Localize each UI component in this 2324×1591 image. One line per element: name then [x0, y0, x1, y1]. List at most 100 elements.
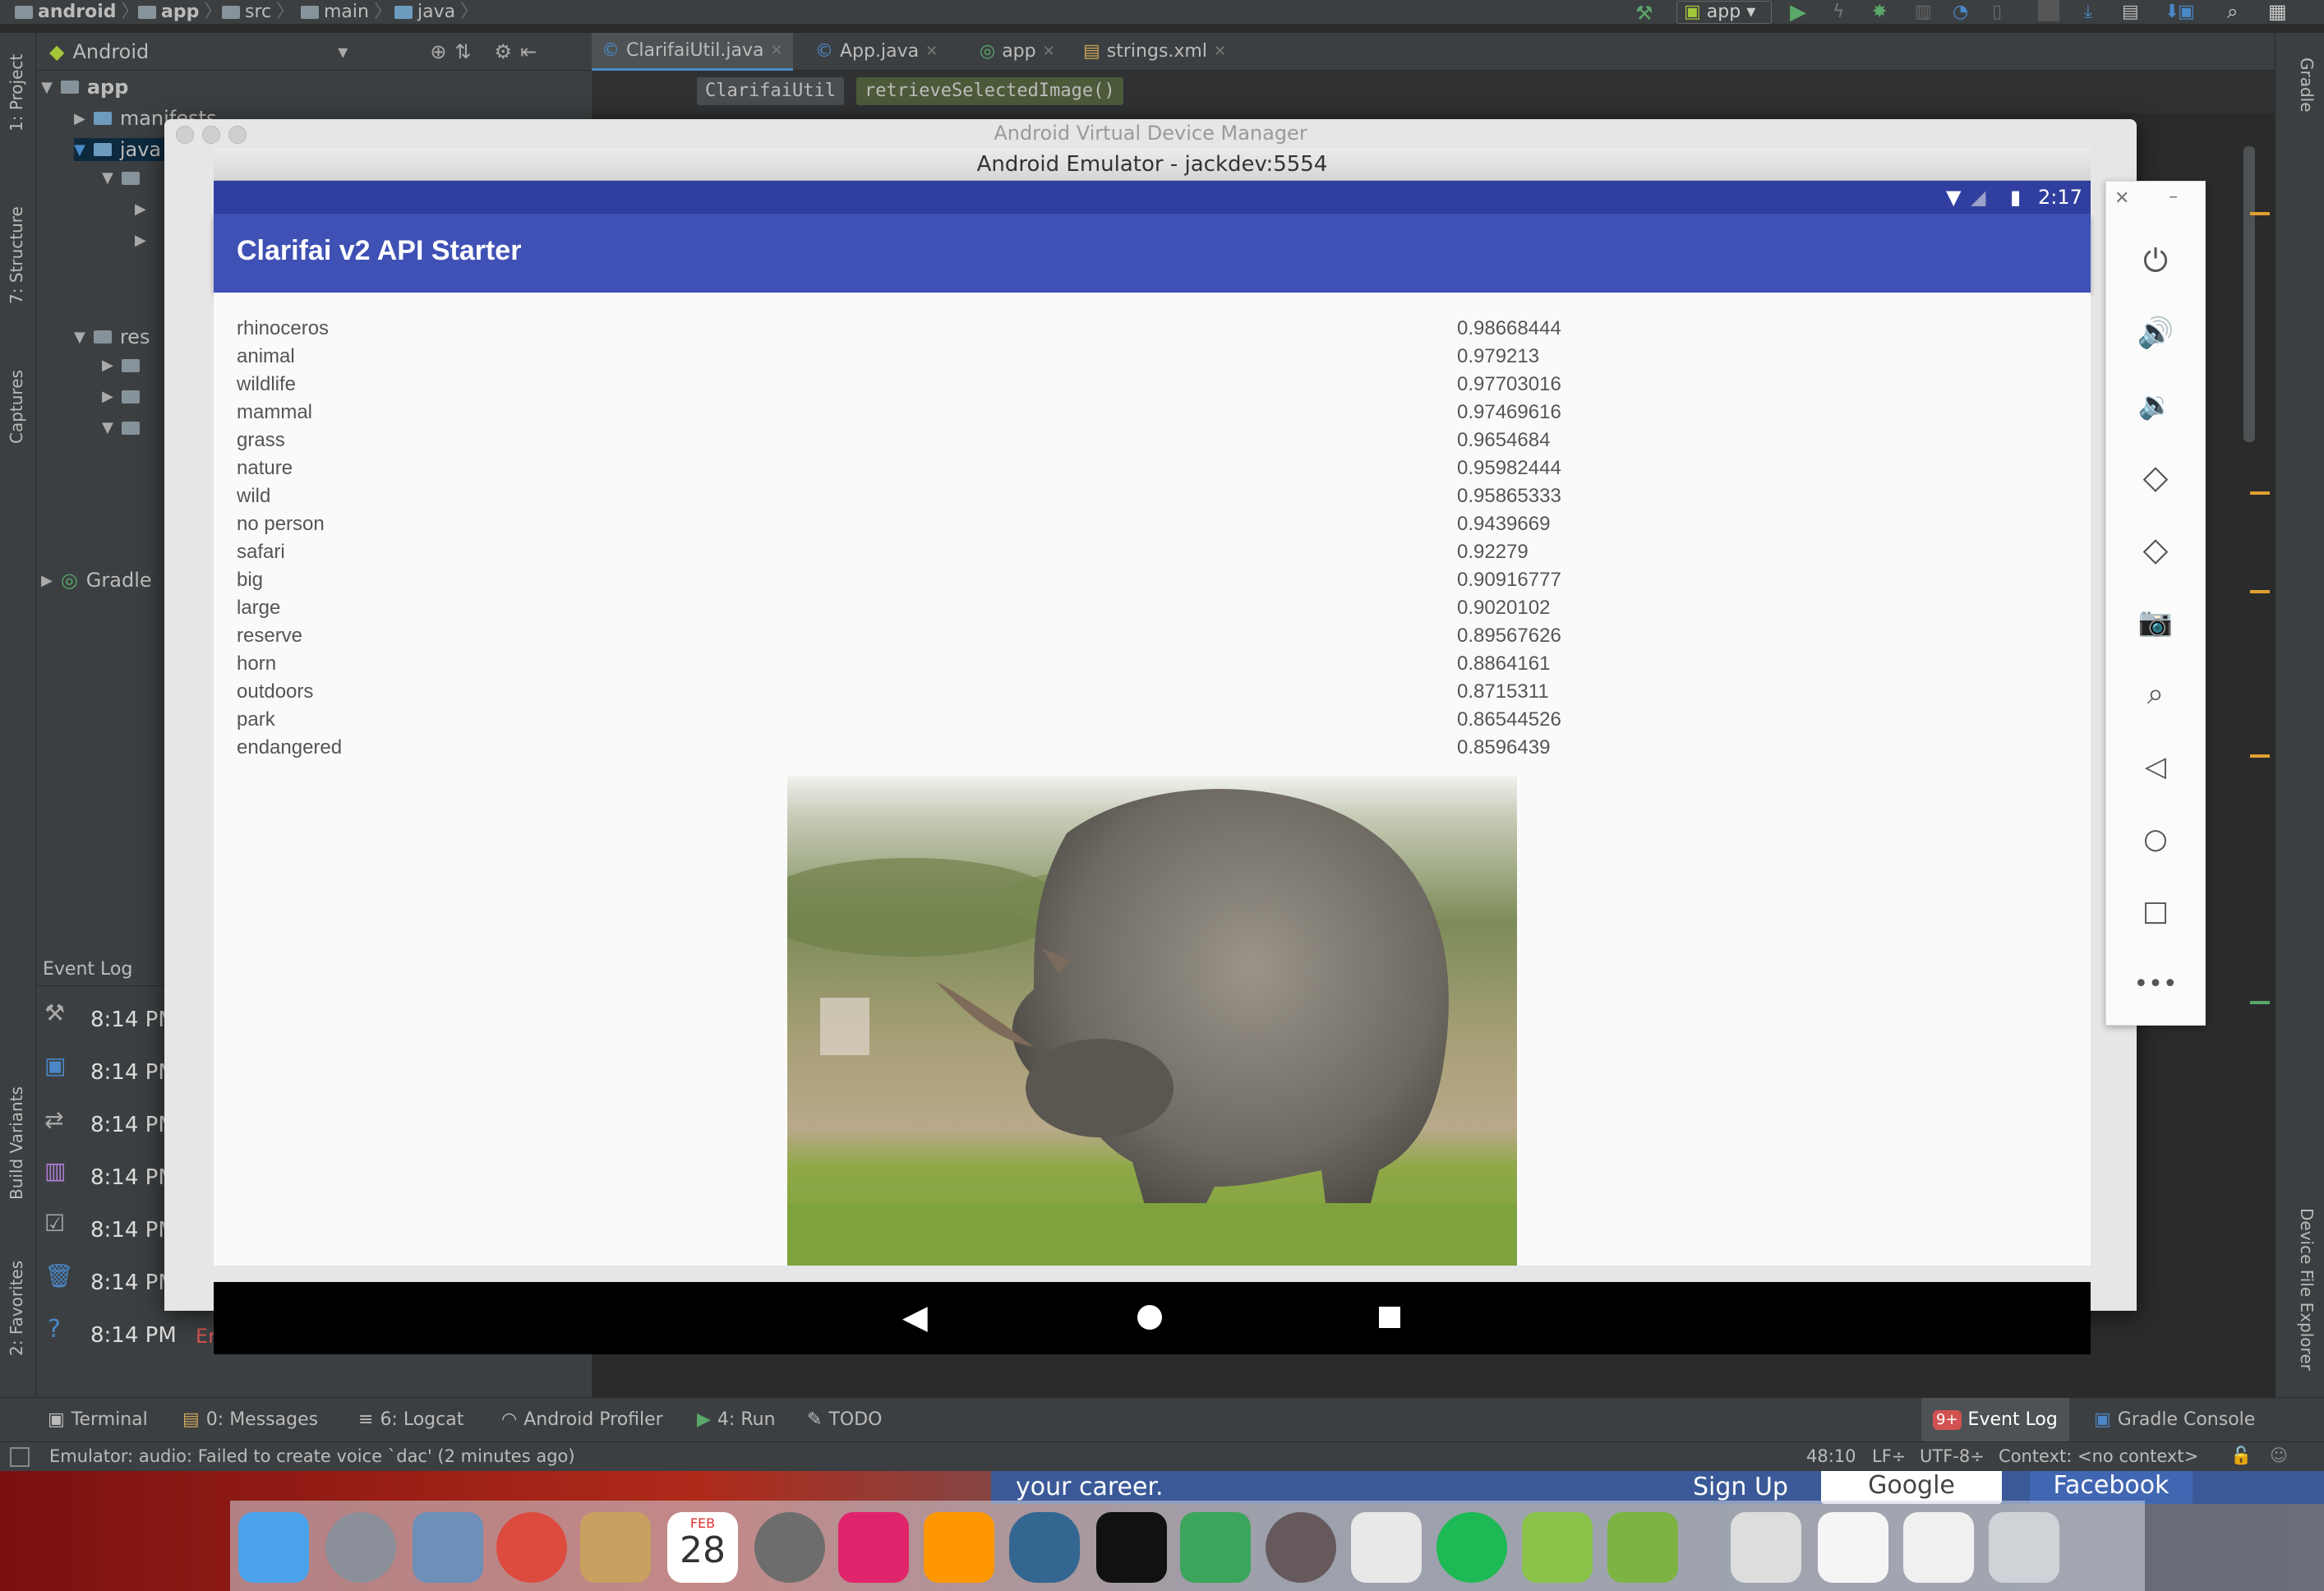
android-studio-icon[interactable]	[1522, 1512, 1593, 1583]
project-view-selector[interactable]: ◆ Android ▾ ⊕ ⇅ ⚙ ⇤	[36, 33, 592, 71]
notes-icon[interactable]	[580, 1512, 651, 1583]
lock-icon[interactable]: 🔓	[2230, 1446, 2252, 1466]
tool-messages[interactable]: ▤ 0: Messages	[182, 1398, 318, 1442]
postgres-icon[interactable]	[1009, 1512, 1080, 1583]
facebook-button[interactable]: Facebook	[2030, 1471, 2193, 1504]
sublime-icon[interactable]	[924, 1512, 994, 1583]
breadcrumb-android[interactable]: android 〉	[15, 0, 140, 25]
app-content[interactable]: rhinoceros 0.98668444 animal 0.979213 wild…	[214, 293, 2091, 1266]
close-icon[interactable]: ✕	[771, 32, 783, 70]
breadcrumb-main[interactable]: main 〉	[301, 0, 392, 25]
home-icon[interactable]: ○	[2131, 814, 2180, 864]
launchpad-icon[interactable]	[325, 1512, 396, 1583]
breadcrumb-method[interactable]: retrieveSelectedImage()	[856, 77, 1123, 105]
tool-project[interactable]: 1: Project	[7, 54, 26, 131]
zoom-icon[interactable]: ⌕	[2131, 670, 2180, 719]
help-icon[interactable]: ?	[48, 1315, 61, 1344]
wrench-icon[interactable]: ⚒	[44, 999, 65, 1026]
context-indicator[interactable]: Context: <no context>	[1999, 1446, 2198, 1466]
more-icon[interactable]: •••	[2131, 959, 2180, 1008]
breadcrumb-src[interactable]: src 〉	[222, 0, 294, 25]
tool-build-variants[interactable]: Build Variants	[7, 1086, 26, 1200]
camera-icon[interactable]: 📷	[2131, 597, 2180, 647]
close-icon[interactable]: ✕	[925, 33, 938, 71]
tool-structure[interactable]: 7: Structure	[7, 206, 26, 304]
close-icon[interactable]: ✕	[2114, 188, 2129, 209]
stop-icon[interactable]	[2038, 0, 2059, 21]
tab-app-java[interactable]: © App.java ✕	[805, 33, 948, 71]
emulator-icon[interactable]	[1607, 1512, 1678, 1583]
breadcrumb-java[interactable]: java 〉	[394, 0, 478, 25]
sync-icon[interactable]: ⤓	[2084, 2, 2092, 22]
power-icon[interactable]: ⏻	[2131, 236, 2180, 285]
tree-node-package[interactable]: ▼	[102, 169, 140, 187]
check-icon[interactable]: ☑	[44, 1210, 65, 1237]
tool-device-file-explorer[interactable]: Device File Explorer	[2284, 1208, 2317, 1422]
tree-node-package[interactable]: ▶	[135, 232, 146, 249]
trash-icon[interactable]: 🗑	[44, 1262, 74, 1289]
tab-strings-xml[interactable]: ▤ strings.xml ✕	[1073, 33, 1236, 71]
back-icon[interactable]: ◀	[902, 1298, 928, 1336]
downloads-icon[interactable]	[1731, 1512, 1801, 1583]
run-config-select[interactable]: ▣ app ▾	[1676, 1, 1772, 24]
volume-up-icon[interactable]: 🔊	[2131, 308, 2180, 357]
caret-position[interactable]: 48:10	[1806, 1446, 1856, 1466]
coverage-icon[interactable]: ▥	[1915, 2, 1932, 22]
debug-icon[interactable]: ✸	[1872, 2, 1887, 22]
tool-todo[interactable]: ✎ TODO	[807, 1398, 882, 1442]
inspector-icon[interactable]: ☺	[2270, 1446, 2288, 1465]
home-icon[interactable]	[1137, 1305, 1162, 1330]
google-button[interactable]: Google	[1821, 1471, 2002, 1504]
tool-event-log[interactable]: 9+ Event Log	[1921, 1398, 2069, 1442]
wrap-icon[interactable]: ⇄	[44, 1106, 63, 1133]
tool-logcat[interactable]: ≡ 6: Logcat	[358, 1398, 463, 1442]
rotate-left-icon[interactable]: ◇	[2131, 453, 2180, 502]
run-icon[interactable]: ▶	[1790, 0, 1806, 25]
slack-icon[interactable]	[1351, 1512, 1422, 1583]
search-icon[interactable]: ⌕	[2227, 0, 2238, 23]
file-encoding[interactable]: UTF-8÷	[1920, 1446, 1985, 1466]
tree-node-res[interactable]: ▼ res	[74, 325, 150, 348]
volume-down-icon[interactable]: 🔉	[2131, 380, 2180, 430]
mail-stamp-icon[interactable]	[413, 1512, 483, 1583]
intellij-icon[interactable]	[838, 1512, 909, 1583]
git-icon[interactable]	[1180, 1512, 1251, 1583]
finder-icon[interactable]	[238, 1512, 309, 1583]
editor-scrollbar[interactable]	[2243, 146, 2255, 442]
minimize-icon[interactable]: –	[2169, 187, 2178, 207]
spotify-icon[interactable]	[1436, 1512, 1507, 1583]
tool-terminal[interactable]: ▣ Terminal	[48, 1398, 148, 1442]
screenshot-stack-icon[interactable]	[1818, 1512, 1888, 1583]
tree-node-res-sub[interactable]: ▶	[102, 388, 140, 405]
apply-changes-icon[interactable]: ϟ	[1833, 2, 1845, 22]
status-message[interactable]: Emulator: audio: Failed to create voice …	[49, 1446, 575, 1466]
structure-icon[interactable]: ▣	[2178, 2, 2195, 22]
build-icon[interactable]: ⚒	[1635, 2, 1653, 25]
tree-node-package[interactable]: ▶	[135, 201, 146, 218]
tool-gradle[interactable]: Gradle	[2284, 58, 2317, 173]
chat-icon[interactable]: ▣	[44, 1052, 66, 1079]
breadcrumb-app[interactable]: app 〉	[138, 0, 222, 25]
overview-icon[interactable]: □	[2131, 887, 2180, 936]
layout-icon[interactable]: ▦	[2268, 0, 2287, 23]
documents-stack-icon[interactable]	[1903, 1512, 1974, 1583]
calendar-icon[interactable]: FEB 28	[667, 1512, 738, 1583]
breadcrumb-class[interactable]: ClarifaiUtil	[697, 77, 844, 105]
rotate-right-icon[interactable]: ◇	[2131, 525, 2180, 574]
back-icon[interactable]: ◁	[2131, 742, 2180, 791]
tool-run[interactable]: ▶ 4: Run	[697, 1398, 776, 1442]
tree-node-res-sub[interactable]: ▶	[102, 357, 140, 374]
close-icon[interactable]: ✕	[1214, 33, 1226, 71]
tool-favorites[interactable]: 2: Favorites	[7, 1261, 26, 1356]
tool-captures[interactable]: Captures	[7, 370, 26, 444]
line-separator[interactable]: LF÷	[1872, 1446, 1906, 1466]
atom-icon[interactable]	[1266, 1512, 1336, 1583]
filter-icon[interactable]: ▥	[44, 1157, 66, 1184]
overview-icon[interactable]	[1379, 1307, 1400, 1328]
terminal-icon[interactable]	[1096, 1512, 1167, 1583]
attach-icon[interactable]: ▯	[1992, 2, 2002, 22]
profiler-icon[interactable]: ◔	[1953, 2, 1968, 22]
tree-node-res-sub[interactable]: ▼	[102, 419, 140, 436]
tool-gradle-console[interactable]: ▣ Gradle Console	[2094, 1398, 2255, 1442]
tool-profiler[interactable]: ◠ Android Profiler	[501, 1398, 663, 1442]
